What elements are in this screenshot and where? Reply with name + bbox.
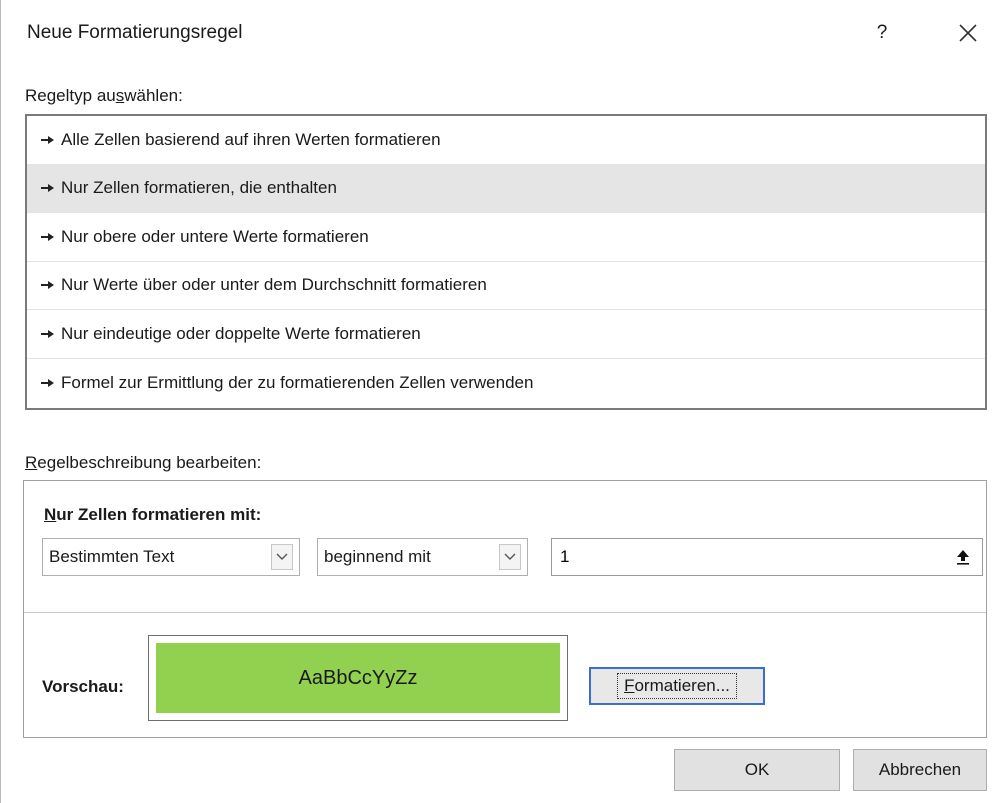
collapse-dialog-button[interactable] — [949, 544, 977, 570]
chevron-down-icon — [276, 553, 288, 560]
rule-type-item-label: Nur Zellen formatieren, die enthalten — [61, 178, 337, 198]
help-button[interactable]: ? — [867, 18, 897, 48]
preview-swatch: AaBbCcYyZz — [156, 643, 560, 713]
arrow-right-icon — [41, 281, 54, 290]
new-formatting-rule-dialog: Neue Formatierungsregel ? Regeltyp auswä… — [0, 0, 999, 803]
arrow-right-icon — [41, 329, 54, 338]
rule-type-item[interactable]: Nur eindeutige oder doppelte Werte forma… — [27, 310, 985, 359]
operator-dropdown-button[interactable] — [499, 544, 521, 570]
rule-type-item[interactable]: Nur obere oder untere Werte formatieren — [27, 213, 985, 262]
close-icon — [959, 24, 977, 42]
rule-type-item[interactable]: Nur Werte über oder unter dem Durchschni… — [27, 262, 985, 310]
ok-button[interactable]: OK — [674, 749, 840, 791]
rule-type-item-label: Formel zur Ermittlung der zu formatieren… — [61, 372, 534, 392]
arrow-up-underline-icon — [957, 550, 969, 565]
rule-type-item-label: Nur Werte über oder unter dem Durchschni… — [61, 275, 487, 295]
rule-description-panel: Nur Zellen formatieren mit: Bestimmten T… — [23, 480, 987, 738]
rule-type-item[interactable]: Formel zur Ermittlung der zu formatieren… — [27, 359, 985, 408]
arrow-right-icon — [41, 232, 54, 241]
format-button[interactable]: Formatieren... — [589, 667, 765, 705]
condition-type-dropdown-button[interactable] — [271, 544, 293, 570]
rule-type-label-mnemonic: s — [115, 86, 125, 105]
rule-description-label: Regelbeschreibung bearbeiten: — [25, 453, 261, 473]
rule-type-item-label: Alle Zellen basierend auf ihren Werten f… — [61, 129, 441, 149]
format-button-suffix: ormatieren... — [634, 676, 730, 695]
operator-value: beginnend mit — [324, 547, 431, 566]
rule-type-item[interactable]: Nur Zellen formatieren, die enthalten — [27, 164, 985, 213]
close-button[interactable] — [951, 16, 985, 50]
format-cells-heading-suffix: ur Zellen formatieren mit: — [56, 505, 262, 524]
arrow-right-icon — [41, 378, 54, 387]
rule-description-label-mnemonic: R — [25, 453, 38, 472]
title-bar: Neue Formatierungsregel ? — [1, 0, 999, 70]
format-cells-heading-mnemonic: N — [44, 505, 57, 524]
preview-label: Vorschau: — [42, 677, 124, 696]
rule-type-label-suffix: wählen: — [124, 86, 183, 105]
condition-type-value: Bestimmten Text — [49, 547, 175, 566]
rule-type-label: Regeltyp auswählen: — [25, 86, 183, 106]
condition-type-dropdown[interactable]: Bestimmten Text — [42, 538, 300, 576]
format-button-label: Formatieren... — [617, 673, 737, 699]
operator-dropdown[interactable]: beginnend mit — [317, 538, 528, 576]
rule-description-label-suffix: egelbeschreibung bearbeiten: — [37, 453, 262, 472]
format-button-mnemonic: F — [624, 676, 635, 695]
value-input[interactable] — [551, 538, 983, 576]
dialog-title: Neue Formatierungsregel — [27, 22, 243, 43]
rule-type-item[interactable]: Alle Zellen basierend auf ihren Werten f… — [27, 116, 985, 165]
cancel-button[interactable]: Abbrechen — [853, 749, 987, 791]
arrow-right-icon — [41, 135, 54, 144]
arrow-right-icon — [41, 184, 54, 193]
rule-type-list[interactable]: Alle Zellen basierend auf ihren Werten f… — [25, 114, 987, 410]
rule-type-item-label: Nur obere oder untere Werte formatieren — [61, 226, 369, 246]
rule-type-label-prefix: Regeltyp au — [25, 86, 116, 105]
section-divider — [24, 612, 986, 613]
format-cells-heading: Nur Zellen formatieren mit: — [44, 505, 261, 525]
rule-type-item-label: Nur eindeutige oder doppelte Werte forma… — [61, 323, 421, 343]
chevron-down-icon — [504, 553, 516, 560]
preview-box: AaBbCcYyZz — [148, 635, 568, 721]
